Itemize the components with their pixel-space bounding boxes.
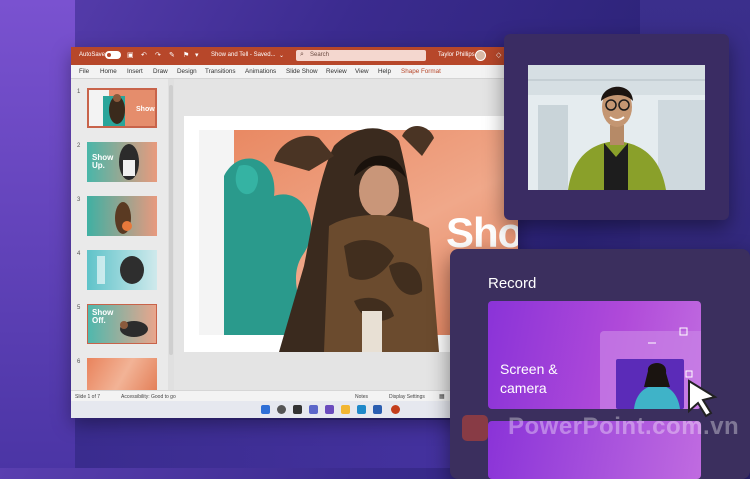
tab-home[interactable]: Home [100, 68, 117, 75]
thumbnail-slide-3[interactable] [87, 196, 157, 236]
record-panel: Record Screen & camera [450, 249, 750, 479]
thumbnail-slide-5[interactable]: Show Off. [87, 304, 157, 344]
thumbnail-slide-2[interactable]: Show Up. [87, 142, 157, 182]
slide-count: Slide 1 of 7 [75, 394, 101, 400]
title-bar: AutoSave ▣ ↶ ↷ ✎ ⚑ ▾ Show and Tell - Sav… [71, 47, 518, 65]
tab-insert[interactable]: Insert [127, 68, 143, 75]
title-chevron-icon[interactable]: ⌄ [279, 52, 284, 59]
tab-review[interactable]: Review [326, 68, 347, 75]
powerpoint-taskbar-icon[interactable] [391, 405, 400, 414]
tab-design[interactable]: Design [177, 68, 197, 75]
thumbnail-number: 6 [77, 359, 81, 365]
premium-icon[interactable]: ◇ [496, 51, 501, 59]
background-left-band [0, 0, 75, 468]
accessibility-status[interactable]: Accessibility: Good to go [121, 394, 176, 400]
tab-draw[interactable]: Draw [153, 68, 168, 75]
edge-icon[interactable] [357, 405, 366, 414]
format-painter-icon[interactable]: ✎ [169, 51, 175, 59]
tab-transitions[interactable]: Transitions [205, 68, 236, 75]
ribbon-tabs: File Home Insert Draw Design Transitions… [71, 65, 518, 79]
undo-icon[interactable]: ↶ [141, 51, 147, 59]
display-settings-button[interactable]: Display Settings [389, 394, 425, 400]
thumbnail-text: Show Off. [92, 308, 114, 325]
file-explorer-icon[interactable] [341, 405, 350, 414]
teams-icon[interactable] [325, 405, 334, 414]
record-title: Record [488, 275, 537, 292]
search-input[interactable]: ⌕ Search [296, 50, 426, 61]
screen-and-camera-button[interactable]: Screen & camera [488, 301, 701, 409]
quick-access-icon[interactable]: ⚑ [183, 51, 189, 59]
autosave-label: AutoSave [79, 52, 106, 58]
thumbnail-number: 1 [77, 89, 81, 95]
search-taskbar-icon[interactable] [277, 405, 286, 414]
customize-chevron-icon[interactable]: ▾ [195, 51, 199, 59]
redo-icon[interactable]: ↷ [155, 51, 161, 59]
avatar[interactable] [475, 50, 486, 61]
watermark-logo [462, 415, 488, 441]
widgets-icon[interactable] [309, 405, 318, 414]
thumbnail-slide-1[interactable]: Show. [87, 88, 157, 128]
thumbnail-art [115, 202, 132, 234]
thumbnail-number: 4 [77, 251, 81, 257]
screen-and-camera-label: Screen & camera [500, 361, 558, 396]
camera-panel [504, 34, 729, 220]
thumbnail-number: 2 [77, 143, 81, 149]
start-icon[interactable] [261, 405, 270, 414]
slide-thumbnail-pane: 1 Show. 2 Show Up. 3 4 5 Show Off. 6 [71, 79, 168, 398]
save-icon[interactable]: ▣ [127, 51, 134, 59]
thumbnail-text: Show Up. [92, 153, 114, 170]
tab-slide-show[interactable]: Slide Show [286, 68, 318, 75]
thumbnail-number: 5 [77, 305, 81, 311]
thumbnail-art [97, 256, 144, 284]
search-icon: ⌕ [300, 51, 304, 58]
tab-shape-format[interactable]: Shape Format [401, 68, 441, 75]
thumbnail-slide-4[interactable] [87, 250, 157, 290]
watermark-text: PowerPoint.com.vn [508, 413, 740, 440]
store-icon[interactable] [373, 405, 382, 414]
tab-help[interactable]: Help [378, 68, 391, 75]
thumbnail-text: Show. [136, 106, 157, 113]
tab-animations[interactable]: Animations [245, 68, 276, 75]
camera-feed[interactable] [528, 65, 705, 190]
thumbnail-number: 3 [77, 197, 81, 203]
normal-view-icon[interactable]: ▦ [439, 393, 445, 400]
tab-view[interactable]: View [355, 68, 369, 75]
document-title: Show and Tell - Saved... [211, 52, 276, 58]
autosave-toggle[interactable] [105, 51, 121, 59]
task-view-icon[interactable] [293, 405, 302, 414]
tab-file[interactable]: File [79, 68, 89, 75]
user-name: Taylor Phillips [438, 52, 475, 58]
camera-feed-art [528, 65, 705, 190]
notes-button[interactable]: Notes [355, 394, 368, 400]
search-placeholder: Search [310, 52, 330, 58]
scrollbar-grip[interactable] [169, 85, 173, 355]
